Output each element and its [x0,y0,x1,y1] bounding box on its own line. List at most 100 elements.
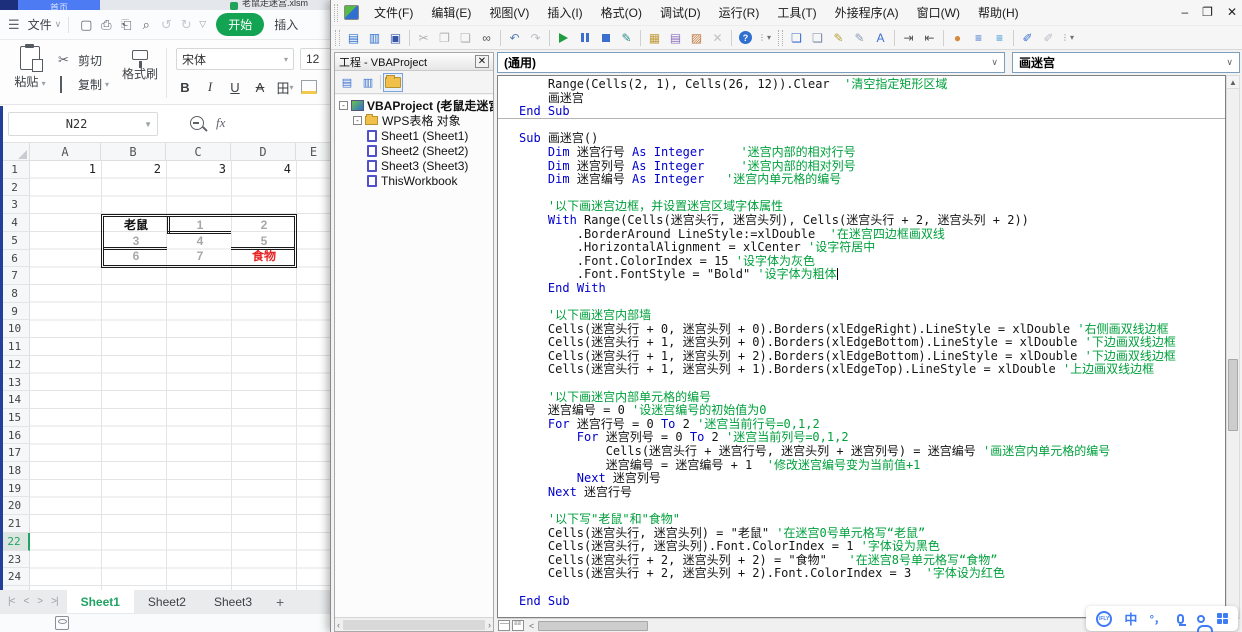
scroll-up-icon[interactable]: ▲ [1227,76,1239,89]
scroll-left-icon[interactable]: < [529,621,534,631]
vba-menu-外接程序[interactable]: 外接程序(A) [826,4,908,21]
italic-button[interactable]: I [201,78,219,96]
vba-menu-工具[interactable]: 工具(T) [768,4,825,21]
macro-record-icon[interactable] [55,616,69,630]
tree-node-Sheet1[interactable]: Sheet1 (Sheet1) [335,128,493,143]
tree-node-Sheet3[interactable]: Sheet3 (Sheet3) [335,158,493,173]
code-line[interactable]: Dim 迷宫行号 As Integer '迷宫内部的相对行号 [519,146,1225,160]
code-line[interactable]: Cells(迷宫头行, 迷宫头列).Font.ColorIndex = 1 '字… [519,540,1225,554]
expand-collapse-icon[interactable]: - [353,116,362,125]
tree-node-WPS表格[interactable]: -WPS表格 对象 [335,113,493,128]
copy-button[interactable]: 复制 ▾ [58,72,109,96]
toolbar-grip[interactable] [778,30,783,46]
toggle-breakpoint-icon[interactable]: ● [948,28,967,47]
scroll-left-icon[interactable]: ‹ [337,620,340,630]
row-header-8[interactable]: 8 [0,285,30,303]
fx-icon[interactable]: fx [216,115,225,131]
find-icon[interactable]: ∞ [477,28,496,47]
fill-color-button[interactable] [301,80,317,94]
paste-icon[interactable]: ❏ [456,28,475,47]
row-header-9[interactable]: 9 [0,303,30,320]
toggle-folders-icon[interactable] [384,74,402,91]
project-tree[interactable]: -VBAProject (老鼠走迷宫-WPS表格 对象Sheet1 (Sheet… [335,95,493,617]
maze-cell-4[interactable]: 4 [168,233,232,250]
strikethrough-button[interactable]: A [251,78,269,96]
row-header-18[interactable]: 18 [0,462,30,480]
code-line[interactable] [519,581,1225,595]
column-header-C[interactable]: C [166,143,231,161]
ime-punctuation-icon[interactable]: °， [1150,611,1165,627]
code-vscrollbar[interactable]: ▲ [1226,75,1240,618]
document-tab[interactable]: 老鼠走迷宫.xlsm [230,0,308,10]
code-editor[interactable]: Range(Cells(2, 1), Cells(26, 12)).Clear … [497,75,1226,618]
export-icon[interactable]: ⎙ [96,15,116,35]
uncomment-block-icon[interactable]: ✎ [850,28,869,47]
borders-button[interactable]: 田▾ [276,78,294,96]
save-icon[interactable]: ▢ [76,15,96,35]
row-header-15[interactable]: 15 [0,409,30,427]
code-line[interactable]: Next 迷宫行号 [519,486,1225,500]
row-header-23[interactable]: 23 [0,551,30,568]
sheet-tab-Sheet2[interactable]: Sheet2 [134,590,200,613]
ime-logo-icon[interactable]: iFLY [1096,611,1112,627]
ime-microphone-icon[interactable] [1177,614,1184,624]
code-line[interactable]: End Sub [498,105,1225,119]
tree-node-VBAProject[interactable]: -VBAProject (老鼠走迷宫 [335,98,493,113]
next-bookmark-icon[interactable]: ❏ [808,28,827,47]
sheet-tab-Sheet1[interactable]: Sheet1 [67,590,134,613]
format-painter-button[interactable]: 格式刷 [118,48,162,82]
code-line[interactable]: 画迷宫 [519,92,1225,106]
code-line[interactable]: With Range(Cells(迷宫头行, 迷宫头列), Cells(迷宫头行… [519,214,1225,228]
code-line[interactable]: Sub 画迷宫() [519,132,1225,146]
parameter-info-icon[interactable]: ✐ [1018,28,1037,47]
cell-D1[interactable]: 4 [231,161,295,178]
full-module-view-icon[interactable]: ≡≡ [512,620,524,631]
row-header-22[interactable]: 22 [0,533,30,551]
procedure-dropdown[interactable]: 画迷宫∨ [1012,52,1240,73]
code-line[interactable]: Next 迷宫列号 [519,472,1225,486]
code-line[interactable]: Cells(迷宫头行 + 1, 迷宫头列 + 1).Borders(xlEdge… [519,363,1225,377]
code-line[interactable] [519,499,1225,513]
vba-menu-格式[interactable]: 格式(O) [592,4,651,21]
row-header-7[interactable]: 7 [0,267,30,285]
quick-info-icon[interactable]: ✐ [1039,28,1058,47]
tree-node-ThisWorkbook[interactable]: ThisWorkbook [335,173,493,188]
row-header-13[interactable]: 13 [0,374,30,391]
hamburger-menu-icon[interactable]: ☰ [8,17,20,33]
code-line[interactable]: '以下写"老鼠"和"食物" [519,513,1225,527]
vba-menu-窗口[interactable]: 窗口(W) [908,4,969,21]
close-button[interactable]: ✕ [1227,3,1237,21]
redo-icon[interactable]: ↻ [176,15,196,35]
name-box[interactable]: N22 ▼ [8,112,158,136]
underline-button[interactable]: U [226,78,244,96]
vba-menu-编辑[interactable]: 编辑(E) [422,4,480,21]
maze-range-B4-D6[interactable]: 老鼠1234567食物 [101,214,297,268]
minimize-button[interactable]: – [1181,3,1188,21]
row-header-1[interactable]: 1 [0,161,30,179]
code-line[interactable]: Range(Cells(2, 1), Cells(26, 12)).Clear … [519,78,1225,92]
undo-icon[interactable]: ↺ [156,15,176,35]
row-header-11[interactable]: 11 [0,338,30,356]
more-commands-icon[interactable]: ▽ [199,19,206,30]
column-header-B[interactable]: B [101,143,166,161]
indent-icon[interactable]: ⇥ [899,28,918,47]
restore-button[interactable]: ❐ [1202,3,1213,21]
pause-icon[interactable] [575,28,594,47]
code-line[interactable]: Cells(迷宫头行 + 2, 迷宫头列 + 2).Font.ColorInde… [519,567,1225,581]
design-mode-icon[interactable]: ✎ [617,28,636,47]
project-hscrollbar[interactable]: ‹ › [335,617,493,631]
first-sheet-icon[interactable]: |< [8,596,14,607]
code-line[interactable]: Dim 迷宫编号 As Integer '迷宫内单元格的编号 [519,173,1225,187]
zoom-out-icon[interactable] [190,116,204,130]
ime-language-mode[interactable]: 中 [1124,609,1137,628]
stop-icon[interactable] [596,28,615,47]
cut-button[interactable]: ✂ 剪切 [58,48,109,72]
scroll-thumb[interactable] [343,620,485,630]
vba-menu-运行[interactable]: 运行(R) [710,4,769,21]
sheet-grid[interactable]: 1234567891011121314151617181920212223242… [0,161,332,590]
next-sheet-icon[interactable]: > [37,596,42,607]
vba-menu-帮助[interactable]: 帮助(H) [969,4,1028,21]
properties-window-icon[interactable]: ▤ [666,28,685,47]
column-headers[interactable]: ABCDE [0,143,332,161]
outdent-icon[interactable]: ⇤ [920,28,939,47]
